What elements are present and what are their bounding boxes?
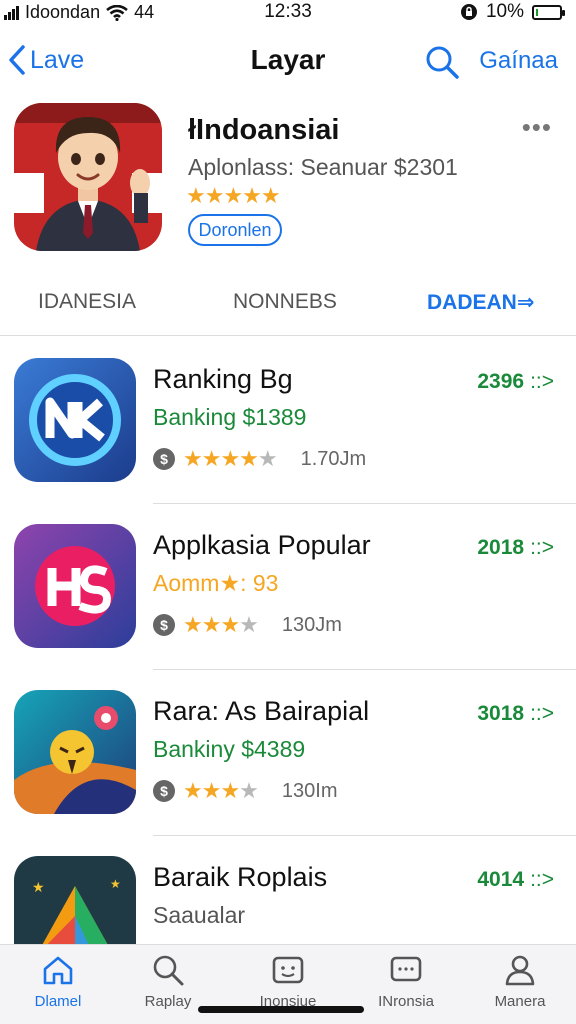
tabbar-item-messages[interactable]: INronsia (348, 953, 464, 1010)
battery-percent: 10% (485, 1, 524, 22)
list-item[interactable]: Rara: As Bairapial Bankiny $4389 $ ★★★★ … (0, 670, 576, 836)
tab-nonnebs[interactable]: NONNEBS (233, 290, 337, 314)
app-icon[interactable]: ★ ★ (14, 856, 136, 944)
rating-stars: ★★★★★ (183, 446, 278, 472)
app-subtitle: Bankiny $4389 (153, 736, 306, 762)
coin-icon: $ (153, 614, 175, 636)
rank-arrow-icon: ::> (530, 536, 554, 559)
featured-rating-stars: ★★★★★ (186, 183, 281, 208)
rank-number: 2018 (477, 536, 525, 559)
app-meta: $ ★★★★★ 1.70Jm (153, 446, 366, 472)
featured-app-subtitle: Aplonlass: Seanuar $2301 (188, 154, 458, 180)
search-icon (426, 46, 459, 79)
svg-text:★: ★ (110, 877, 121, 891)
app-subtitle-text: Aomm★: 93 (153, 570, 279, 596)
rating-stars: ★★★★ (183, 612, 259, 638)
battery-icon (532, 4, 565, 20)
app-meta: $ ★★★★ 130Im (153, 778, 338, 804)
tab-indonesia[interactable]: IDANESIA (38, 290, 136, 314)
download-count: 1.70Jm (300, 447, 367, 470)
app-icon[interactable] (14, 524, 136, 648)
status-bar: Idoondan 44 12:33 10% (0, 0, 576, 26)
face-icon (272, 956, 304, 984)
rank-number: 4014 (477, 868, 525, 891)
app-name: Rara: As Bairapial (153, 696, 370, 726)
battery-fill (536, 8, 538, 16)
list-item[interactable]: Applkasia Popular Aomm★: 93 $ ★★★★ 130Jm… (0, 504, 576, 670)
rank-number: 3018 (477, 702, 525, 725)
stars-empty: ★ (257, 446, 278, 471)
featured-get-button[interactable]: Doronlen (188, 214, 282, 246)
tabbar-label: Dlamel (34, 993, 82, 1010)
featured-app-icon[interactable] (14, 103, 162, 251)
avatar-illustration (14, 103, 162, 251)
rank-number: 2396 (477, 370, 525, 393)
download-count: 130Im (281, 779, 338, 802)
list-item[interactable]: ★ ★ Baraik Roplais Saaualar $ ★★★★ 123 4… (0, 836, 576, 944)
rank-badge[interactable]: 4014::> (477, 868, 554, 892)
nk-logo-icon (14, 358, 136, 482)
stars-empty: ★ (239, 778, 259, 803)
app-subtitle: Saaualar (153, 902, 246, 928)
orientation-lock-icon (460, 4, 477, 20)
tabbar-item-profile[interactable]: Manera (462, 953, 576, 1010)
stars-empty: ★ (239, 612, 259, 637)
prism-game-icon: ★ ★ (14, 856, 136, 944)
svg-text:★: ★ (32, 879, 45, 895)
back-button[interactable]: Lave (8, 44, 84, 76)
tabbar-label: Manera (494, 993, 546, 1010)
coin-icon: $ (153, 780, 175, 802)
app-subtitle: Banking $1389 (153, 404, 307, 430)
tabbar-label: INronsia (378, 993, 434, 1010)
app-meta: $ ★★★★ 130Jm (153, 612, 342, 638)
category-tabs: IDANESIA NONNEBS DADEAN⇒ (0, 280, 576, 336)
more-options-icon[interactable]: ••• (522, 112, 552, 143)
list-item[interactable]: Ranking Bg Banking $1389 $ ★★★★★ 1.70Jm … (0, 338, 576, 504)
tab-dadean[interactable]: DADEAN⇒ (427, 290, 534, 315)
rating-stars: ★★★★ (183, 778, 259, 804)
app-name: Applkasia Popular (153, 530, 371, 560)
rank-badge[interactable]: 2018::> (477, 536, 554, 560)
app-icon[interactable] (14, 358, 136, 482)
status-right: 10% (460, 1, 565, 23)
search-button[interactable] (422, 42, 462, 82)
back-label: Lave (30, 45, 85, 74)
coin-icon: $ (153, 448, 175, 470)
stars-filled: ★★★ (183, 778, 240, 803)
rank-badge[interactable]: 2396::> (477, 370, 554, 394)
stars-filled: ★★★★ (183, 446, 259, 471)
chevron-left-icon (9, 45, 25, 75)
bird-game-icon (14, 690, 136, 814)
chat-icon (390, 956, 422, 982)
app-list: Ranking Bg Banking $1389 $ ★★★★★ 1.70Jm … (0, 338, 576, 944)
rank-badge[interactable]: 3018::> (477, 702, 554, 726)
nav-bar: Lave Layar Gaínaa (0, 36, 576, 86)
featured-app-title: łIndoansiai (188, 114, 340, 146)
app-icon[interactable] (14, 690, 136, 814)
tabbar-item-games[interactable]: Inonsiue (230, 953, 346, 1010)
featured-app[interactable]: łIndoansiai Aplonlass: Seanuar $2301 ★★★… (0, 100, 576, 260)
app-name: Baraik Roplais (153, 862, 328, 892)
rank-arrow-icon: ::> (530, 868, 554, 891)
home-icon (43, 956, 73, 985)
stars-filled: ★★★ (183, 612, 240, 637)
nav-action-link[interactable]: Gaínaa (479, 47, 558, 75)
rank-arrow-icon: ::> (530, 702, 554, 725)
app-name: Ranking Bg (153, 364, 293, 394)
rank-arrow-icon: ::> (530, 370, 554, 393)
tabbar-item-home[interactable]: Dlamel (0, 953, 116, 1010)
person-icon (505, 955, 535, 986)
hs-logo-icon (14, 524, 136, 648)
app-subtitle: Aomm★: 93 (153, 570, 278, 597)
home-indicator[interactable] (198, 1006, 364, 1013)
search-icon (153, 955, 184, 986)
download-count: 130Jm (281, 613, 342, 636)
tabbar-item-search[interactable]: Raplay (110, 953, 226, 1010)
